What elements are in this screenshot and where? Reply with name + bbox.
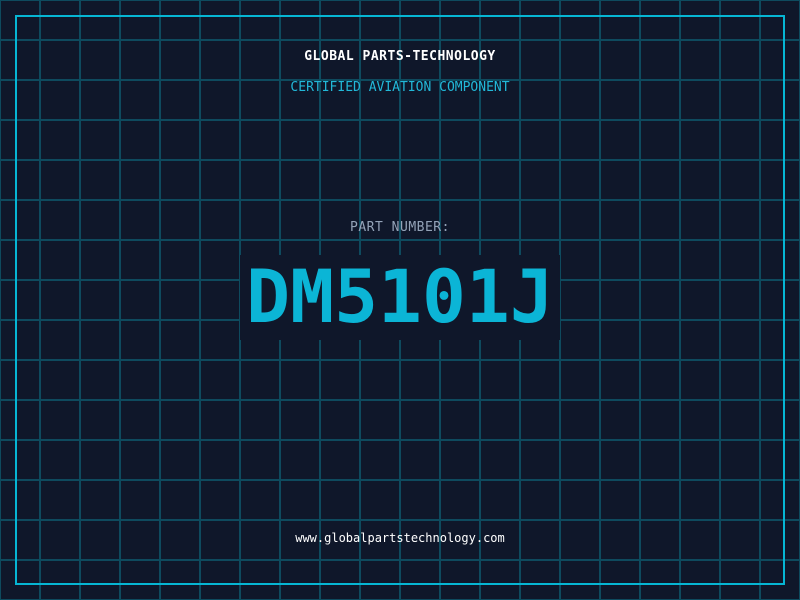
part-number-container: DM5101J (0, 255, 800, 340)
part-number-label: PART NUMBER: (350, 220, 450, 235)
website-link[interactable]: www.globalpartstechnology.com (0, 531, 800, 545)
company-title: GLOBAL PARTS-TECHNOLOGY (304, 49, 496, 64)
certification-subtitle: CERTIFIED AVIATION COMPONENT (290, 80, 510, 95)
part-number-value: DM5101J (240, 255, 560, 340)
